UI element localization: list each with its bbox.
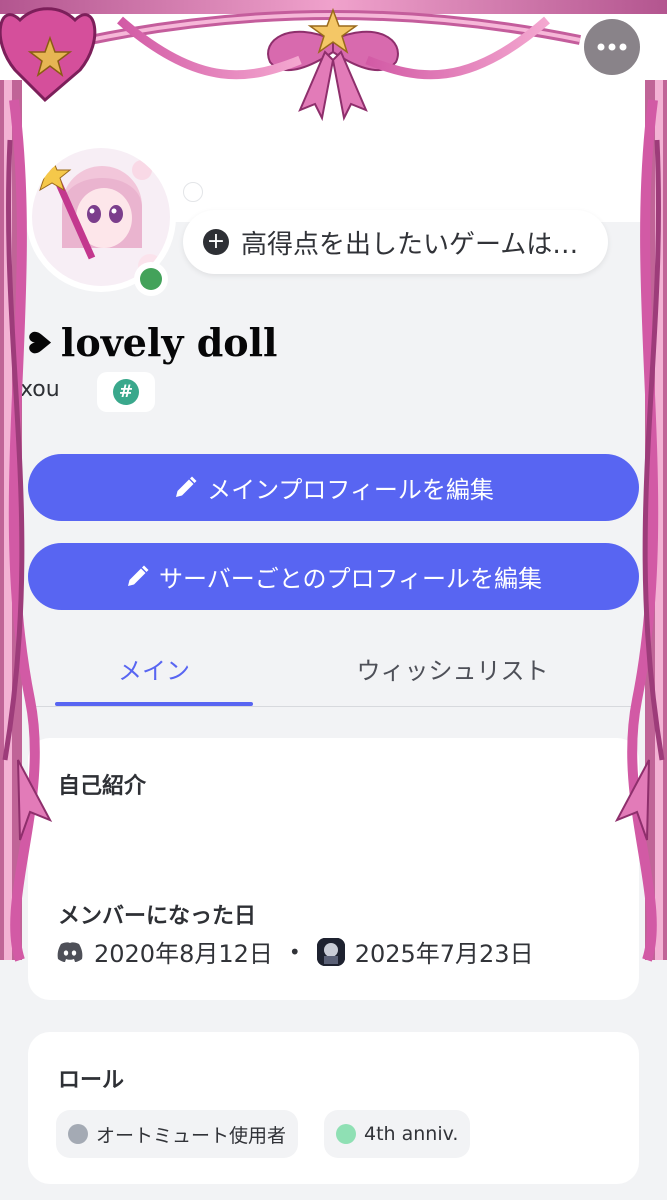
about-me-heading: 自己紹介 — [58, 774, 147, 799]
hash-icon: # — [113, 379, 139, 405]
about-card: 自己紹介 メンバーになった日 2020年8月12日 • 2025年7月23日 — [28, 738, 639, 1000]
role-name: 4th anniv. — [364, 1123, 459, 1145]
roles-heading: ロール — [58, 1068, 125, 1093]
more-button[interactable] — [584, 19, 640, 75]
display-name-text: lovely doll — [60, 320, 278, 365]
edit-server-profile-label: サーバーごとのプロフィールを編集 — [158, 565, 543, 593]
more-icon — [597, 43, 627, 51]
custom-status-text: 高得点を出したいゲームは… — [241, 229, 579, 260]
heart-icon: ♥ — [23, 329, 59, 356]
member-since-row: 2020年8月12日 • 2025年7月23日 — [56, 934, 534, 969]
custom-status-bubble[interactable]: + 高得点を出したいゲームは… — [183, 210, 608, 274]
pencil-icon — [173, 476, 197, 500]
date-separator: • — [288, 939, 301, 964]
discord-icon — [56, 941, 84, 963]
username: uxou — [6, 377, 60, 402]
tab-divider — [28, 706, 639, 707]
tab-main[interactable]: メイン — [55, 646, 253, 690]
hypesquad-badge[interactable]: # — [97, 372, 155, 412]
status-bubble-tail — [183, 182, 203, 202]
pencil-icon — [125, 565, 149, 589]
server-icon — [316, 937, 345, 966]
role-chip[interactable]: オートミュート使用者 — [56, 1110, 299, 1158]
online-status-indicator — [134, 262, 168, 296]
role-color-dot — [68, 1124, 88, 1144]
plus-circle-icon: + — [203, 229, 229, 255]
edit-server-profile-button[interactable]: サーバーごとのプロフィールを編集 — [28, 543, 639, 610]
roles-card: ロール オートミュート使用者 4th anniv. — [28, 1032, 639, 1184]
tab-wishlist[interactable]: ウィッシュリスト — [325, 646, 580, 690]
display-name: ♥ lovely doll — [24, 320, 278, 365]
edit-main-profile-button[interactable]: メインプロフィールを編集 — [28, 454, 639, 521]
role-name: オートミュート使用者 — [96, 1124, 287, 1147]
discord-join-date: 2020年8月12日 — [94, 940, 273, 968]
role-color-dot — [336, 1124, 356, 1144]
role-chip[interactable]: 4th anniv. — [324, 1110, 471, 1158]
server-join-date: 2025年7月23日 — [354, 940, 534, 968]
edit-main-profile-label: メインプロフィールを編集 — [207, 476, 494, 504]
member-since-heading: メンバーになった日 — [58, 904, 257, 929]
